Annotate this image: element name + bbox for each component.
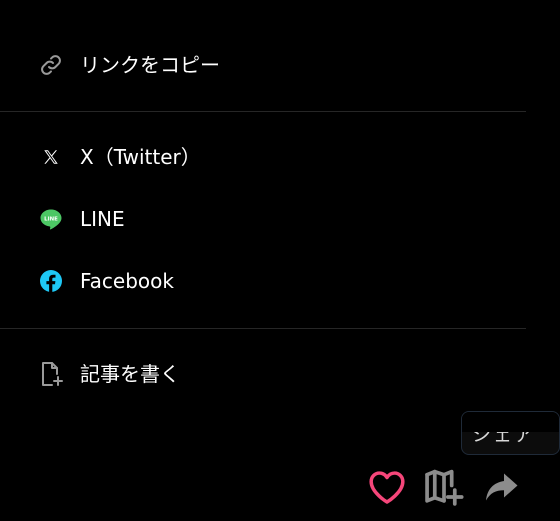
share-tooltip: シェア	[461, 411, 560, 455]
share-menu-screen: リンクをコピー X（Twitter） LINE LINE Facebook 記事…	[0, 0, 560, 521]
x-logo-icon	[38, 144, 64, 170]
magazine-add-icon	[424, 468, 464, 510]
share-x-menu-item[interactable]: X（Twitter）	[0, 129, 526, 185]
share-x-label: X（Twitter）	[80, 145, 201, 169]
svg-text:LINE: LINE	[44, 216, 58, 222]
copy-link-label: リンクをコピー	[80, 53, 220, 77]
share-button[interactable]	[480, 468, 522, 510]
share-line-menu-item[interactable]: LINE LINE	[0, 191, 526, 247]
share-facebook-menu-item[interactable]: Facebook	[0, 253, 526, 309]
add-to-magazine-button[interactable]	[423, 468, 465, 510]
heart-icon	[368, 469, 406, 509]
copy-link-menu-item[interactable]: リンクをコピー	[0, 37, 526, 93]
facebook-logo-icon	[38, 268, 64, 294]
write-article-label: 記事を書く	[80, 362, 180, 386]
menu-divider	[0, 328, 526, 329]
write-article-menu-item[interactable]: 記事を書く	[0, 346, 526, 402]
menu-divider	[0, 111, 526, 112]
share-facebook-label: Facebook	[80, 269, 174, 293]
article-action-bar	[366, 468, 537, 510]
share-arrow-icon	[483, 470, 519, 508]
share-tooltip-text: シェア	[472, 424, 536, 446]
new-document-icon	[38, 361, 64, 387]
line-logo-icon: LINE	[38, 206, 64, 232]
link-icon	[38, 52, 64, 78]
share-line-label: LINE	[80, 207, 125, 231]
like-button[interactable]	[366, 468, 408, 510]
